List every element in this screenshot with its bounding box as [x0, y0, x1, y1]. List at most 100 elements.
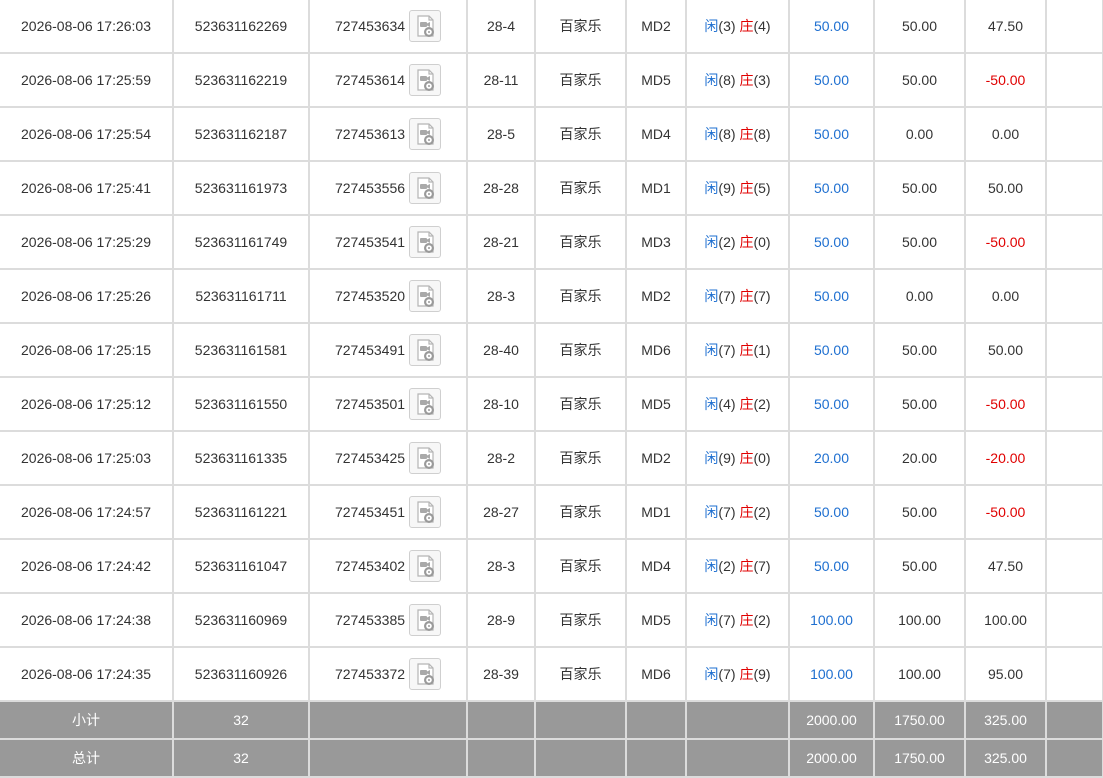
payout-amount: -50.00: [965, 53, 1047, 108]
valid-amount: 50.00: [874, 323, 966, 378]
payout-amount: 95.00: [965, 647, 1047, 702]
banker-score: (1): [753, 342, 771, 358]
round-id: 727453556: [334, 180, 406, 196]
video-replay-button[interactable]: [409, 604, 442, 636]
payout-amount: -20.00: [965, 431, 1047, 486]
table-body: 2026-08-06 17:26:03 523631162269 7274536…: [0, 0, 1103, 702]
game-name: 百家乐: [535, 431, 627, 486]
game-name: 百家乐: [535, 593, 627, 648]
video-replay-icon: [417, 393, 435, 415]
table-row: 2026-08-06 17:24:38 523631160969 7274533…: [0, 593, 1103, 648]
video-replay-button[interactable]: [409, 388, 442, 420]
bet-time: 2026-08-06 17:24:57: [0, 485, 174, 540]
bet-amount: 50.00: [789, 269, 875, 324]
table-row: 2026-08-06 17:25:54 523631162187 7274536…: [0, 107, 1103, 162]
result-cell: 闲(7) 庄(2): [686, 485, 790, 540]
player-score: (7): [718, 666, 736, 682]
table-code: MD1: [626, 161, 687, 216]
video-replay-icon: [417, 663, 435, 685]
video-replay-button[interactable]: [409, 172, 442, 204]
video-replay-icon: [417, 15, 435, 37]
table-code: MD6: [626, 647, 687, 702]
round-id: 727453451: [334, 504, 406, 520]
bet-time: 2026-08-06 17:25:12: [0, 377, 174, 432]
subtotal-row: 小计 32 2000.00 1750.00 325.00: [0, 701, 1103, 740]
empty-cell: [1046, 0, 1103, 54]
table-row: 2026-08-06 17:25:03 523631161335 7274534…: [0, 431, 1103, 486]
empty-cell: [1046, 647, 1103, 702]
video-replay-button[interactable]: [409, 442, 442, 474]
round-cell: 727453541: [309, 215, 468, 270]
valid-amount: 50.00: [874, 161, 966, 216]
table-code: MD2: [626, 269, 687, 324]
table-code: MD5: [626, 53, 687, 108]
bet-amount: 50.00: [789, 539, 875, 594]
round-id: 727453491: [334, 342, 406, 358]
result-cell: 闲(7) 庄(9): [686, 647, 790, 702]
payout-amount: 50.00: [965, 323, 1047, 378]
subtotal-label: 小计: [0, 701, 174, 740]
subtotal-valid: 1750.00: [874, 701, 966, 740]
table-row: 2026-08-06 17:25:12 523631161550 7274535…: [0, 377, 1103, 432]
bet-id: 523631162269: [173, 0, 310, 54]
empty-cell: [1046, 269, 1103, 324]
banker-label: 庄: [739, 288, 754, 304]
result-cell: 闲(8) 庄(3): [686, 53, 790, 108]
player-score: (7): [718, 504, 736, 520]
result-cell: 闲(7) 庄(1): [686, 323, 790, 378]
video-replay-button[interactable]: [409, 496, 442, 528]
total-bet: 2000.00: [789, 739, 875, 778]
video-replay-button[interactable]: [409, 658, 442, 690]
valid-amount: 50.00: [874, 485, 966, 540]
video-replay-button[interactable]: [409, 226, 442, 258]
game-name: 百家乐: [535, 323, 627, 378]
banker-label: 庄: [739, 558, 754, 574]
table-code: MD2: [626, 0, 687, 54]
video-replay-button[interactable]: [409, 334, 442, 366]
result-cell: 闲(2) 庄(0): [686, 215, 790, 270]
shoe-round: 28-21: [467, 215, 536, 270]
empty-cell: [1046, 431, 1103, 486]
player-score: (8): [718, 126, 736, 142]
player-label: 闲: [704, 288, 719, 304]
table-row: 2026-08-06 17:25:29 523631161749 7274535…: [0, 215, 1103, 270]
bet-id: 523631161711: [173, 269, 310, 324]
valid-amount: 50.00: [874, 539, 966, 594]
table-code: MD6: [626, 323, 687, 378]
empty-cell: [686, 739, 790, 778]
video-replay-button[interactable]: [409, 280, 442, 312]
valid-amount: 50.00: [874, 53, 966, 108]
game-name: 百家乐: [535, 485, 627, 540]
bet-amount: 50.00: [789, 161, 875, 216]
video-replay-button[interactable]: [409, 10, 442, 42]
shoe-round: 28-28: [467, 161, 536, 216]
empty-cell: [626, 739, 687, 778]
round-id: 727453372: [334, 666, 406, 682]
banker-label: 庄: [739, 666, 754, 682]
bet-time: 2026-08-06 17:25:59: [0, 53, 174, 108]
bet-id: 523631161047: [173, 539, 310, 594]
shoe-round: 28-5: [467, 107, 536, 162]
video-replay-button[interactable]: [409, 64, 442, 96]
bet-time: 2026-08-06 17:25:03: [0, 431, 174, 486]
payout-amount: 100.00: [965, 593, 1047, 648]
round-id: 727453634: [334, 18, 406, 34]
video-replay-button[interactable]: [409, 550, 442, 582]
empty-cell: [1046, 215, 1103, 270]
video-replay-icon: [417, 339, 435, 361]
payout-amount: 0.00: [965, 107, 1047, 162]
empty-cell: [1046, 161, 1103, 216]
video-replay-icon: [417, 69, 435, 91]
bet-amount: 50.00: [789, 485, 875, 540]
video-replay-icon: [417, 285, 435, 307]
banker-label: 庄: [739, 450, 754, 466]
round-cell: 727453520: [309, 269, 468, 324]
empty-cell: [1046, 53, 1103, 108]
empty-cell: [1046, 107, 1103, 162]
banker-score: (7): [753, 288, 771, 304]
result-cell: 闲(2) 庄(7): [686, 539, 790, 594]
banker-label: 庄: [739, 18, 754, 34]
round-id: 727453425: [334, 450, 406, 466]
bet-time: 2026-08-06 17:26:03: [0, 0, 174, 54]
video-replay-button[interactable]: [409, 118, 442, 150]
